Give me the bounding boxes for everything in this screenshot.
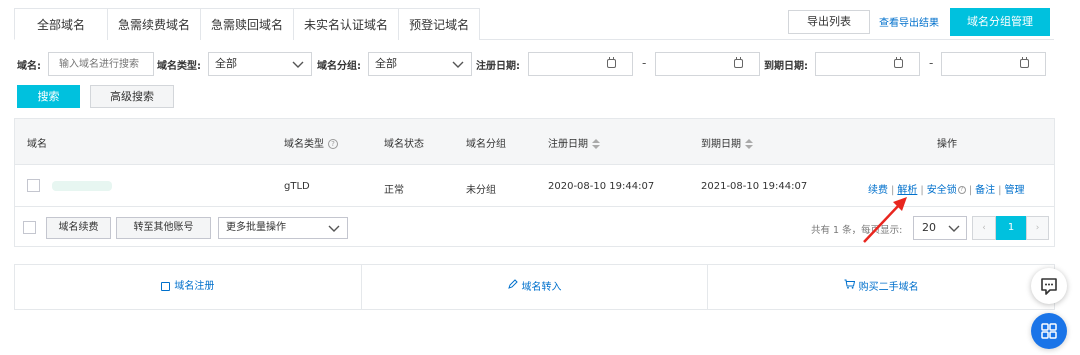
tab-preregistered[interactable]: 预登记域名	[398, 8, 481, 40]
batch-operations-value: 更多批量操作	[226, 222, 286, 233]
note-link[interactable]: 备注	[975, 185, 995, 196]
sort-icon[interactable]	[745, 139, 753, 149]
tab-urgent-renewal[interactable]: 急需续费域名	[107, 8, 202, 40]
tab-unverified[interactable]: 未实名认证域名	[293, 8, 400, 40]
search-button[interactable]: 搜索	[17, 85, 80, 108]
chat-icon	[1041, 278, 1057, 295]
prev-page-button[interactable]: ‹	[972, 216, 996, 240]
tab-all-domains[interactable]: 全部域名	[14, 8, 109, 40]
cell-status: 正常	[384, 185, 404, 196]
ops-separator: |	[968, 185, 973, 196]
domain-search-input[interactable]	[48, 52, 154, 76]
exp-date-label: 到期日期:	[764, 61, 808, 72]
group-select[interactable]: 全部	[368, 52, 472, 76]
domain-label: 域名:	[17, 61, 41, 72]
header-exp-date[interactable]: 到期日期	[701, 135, 753, 150]
advanced-search-button[interactable]: 高级搜索	[90, 85, 174, 108]
cart-icon	[844, 265, 855, 309]
table-header: 域名 域名类型? 域名状态 域名分组 注册日期 到期日期 操作	[15, 119, 1054, 165]
header-exp-date-label: 到期日期	[701, 139, 741, 150]
calendar-icon	[1020, 57, 1029, 68]
manage-link[interactable]: 管理	[1005, 185, 1025, 196]
cell-type: gTLD	[284, 181, 310, 192]
type-select[interactable]: 全部	[208, 52, 312, 76]
header-reg-date-label: 注册日期	[548, 139, 588, 150]
header-type-label: 域名类型	[284, 139, 324, 150]
register-domain-link[interactable]: 域名注册	[15, 265, 362, 309]
quick-links: 域名注册 域名转入 购买二手域名	[14, 264, 1055, 310]
transfer-in-label: 域名转入	[521, 282, 562, 293]
calendar-icon	[894, 57, 903, 68]
register-domain-label: 域名注册	[174, 281, 215, 292]
cell-exp-date: 2021-08-10 19:44:07	[701, 181, 808, 192]
security-lock-link[interactable]: 安全锁	[927, 185, 957, 196]
transfer-account-button[interactable]: 转至其他账号	[116, 217, 211, 239]
tab-urgent-redemption[interactable]: 急需赎回域名	[200, 8, 295, 40]
calendar-icon	[607, 57, 616, 68]
apps-button[interactable]	[1031, 313, 1067, 349]
chat-button[interactable]	[1031, 268, 1067, 304]
ops-separator: |	[920, 185, 924, 196]
group-manage-button[interactable]: 域名分组管理	[950, 8, 1050, 36]
chevron-down-icon	[948, 225, 960, 232]
help-circle-icon[interactable]: ?	[328, 139, 338, 149]
chevron-down-icon	[328, 225, 340, 232]
annotation-arrow-icon	[863, 197, 907, 243]
sort-icon[interactable]	[592, 139, 600, 149]
chevron-down-icon	[452, 61, 464, 68]
pencil-icon	[507, 265, 518, 309]
header-status: 域名状态	[384, 139, 424, 150]
calendar-icon	[734, 57, 743, 68]
group-label: 域名分组:	[317, 61, 361, 72]
current-page-button[interactable]: 1	[996, 216, 1026, 240]
cell-group: 未分组	[466, 185, 496, 196]
type-label: 域名类型:	[157, 61, 201, 72]
transfer-in-link[interactable]: 域名转入	[362, 265, 709, 309]
buy-second-hand-label: 购买二手域名	[858, 282, 919, 293]
chevron-down-icon	[292, 61, 304, 68]
buy-second-hand-link[interactable]: 购买二手域名	[708, 265, 1054, 309]
header-group: 域名分组	[466, 139, 506, 150]
renew-domains-button[interactable]: 域名续费	[46, 217, 111, 239]
select-all-checkbox[interactable]	[23, 221, 36, 234]
exp-date-start-input[interactable]	[815, 52, 920, 76]
next-page-button[interactable]: ›	[1026, 216, 1049, 240]
page-size-select[interactable]: 20	[913, 216, 967, 240]
reg-date-end-input[interactable]	[655, 52, 760, 76]
domain-name-redacted[interactable]	[52, 181, 112, 191]
batch-operations-select[interactable]: 更多批量操作	[218, 217, 348, 239]
ops-separator: |	[998, 185, 1002, 196]
reg-date-label: 注册日期:	[476, 61, 520, 72]
exp-date-separator: -	[929, 56, 934, 70]
row-checkbox[interactable]	[27, 179, 40, 192]
page-size-value: 20	[922, 221, 936, 234]
export-list-button[interactable]: 导出列表	[788, 10, 870, 34]
help-circle-icon[interactable]: ?	[957, 186, 966, 194]
reg-date-start-input[interactable]	[528, 52, 633, 76]
header-type: 域名类型?	[284, 135, 338, 150]
type-select-value: 全部	[215, 57, 237, 70]
group-select-value: 全部	[375, 57, 397, 70]
calendar-icon	[161, 281, 171, 291]
reg-date-separator: -	[642, 56, 647, 70]
cell-reg-date: 2020-08-10 19:44:07	[548, 181, 655, 192]
header-reg-date[interactable]: 注册日期	[548, 135, 600, 150]
view-export-results-link[interactable]: 查看导出结果	[879, 14, 939, 29]
header-domain: 域名	[27, 139, 47, 150]
apps-grid-icon	[1041, 323, 1057, 339]
exp-date-end-input[interactable]	[941, 52, 1046, 76]
header-ops: 操作	[937, 139, 957, 150]
